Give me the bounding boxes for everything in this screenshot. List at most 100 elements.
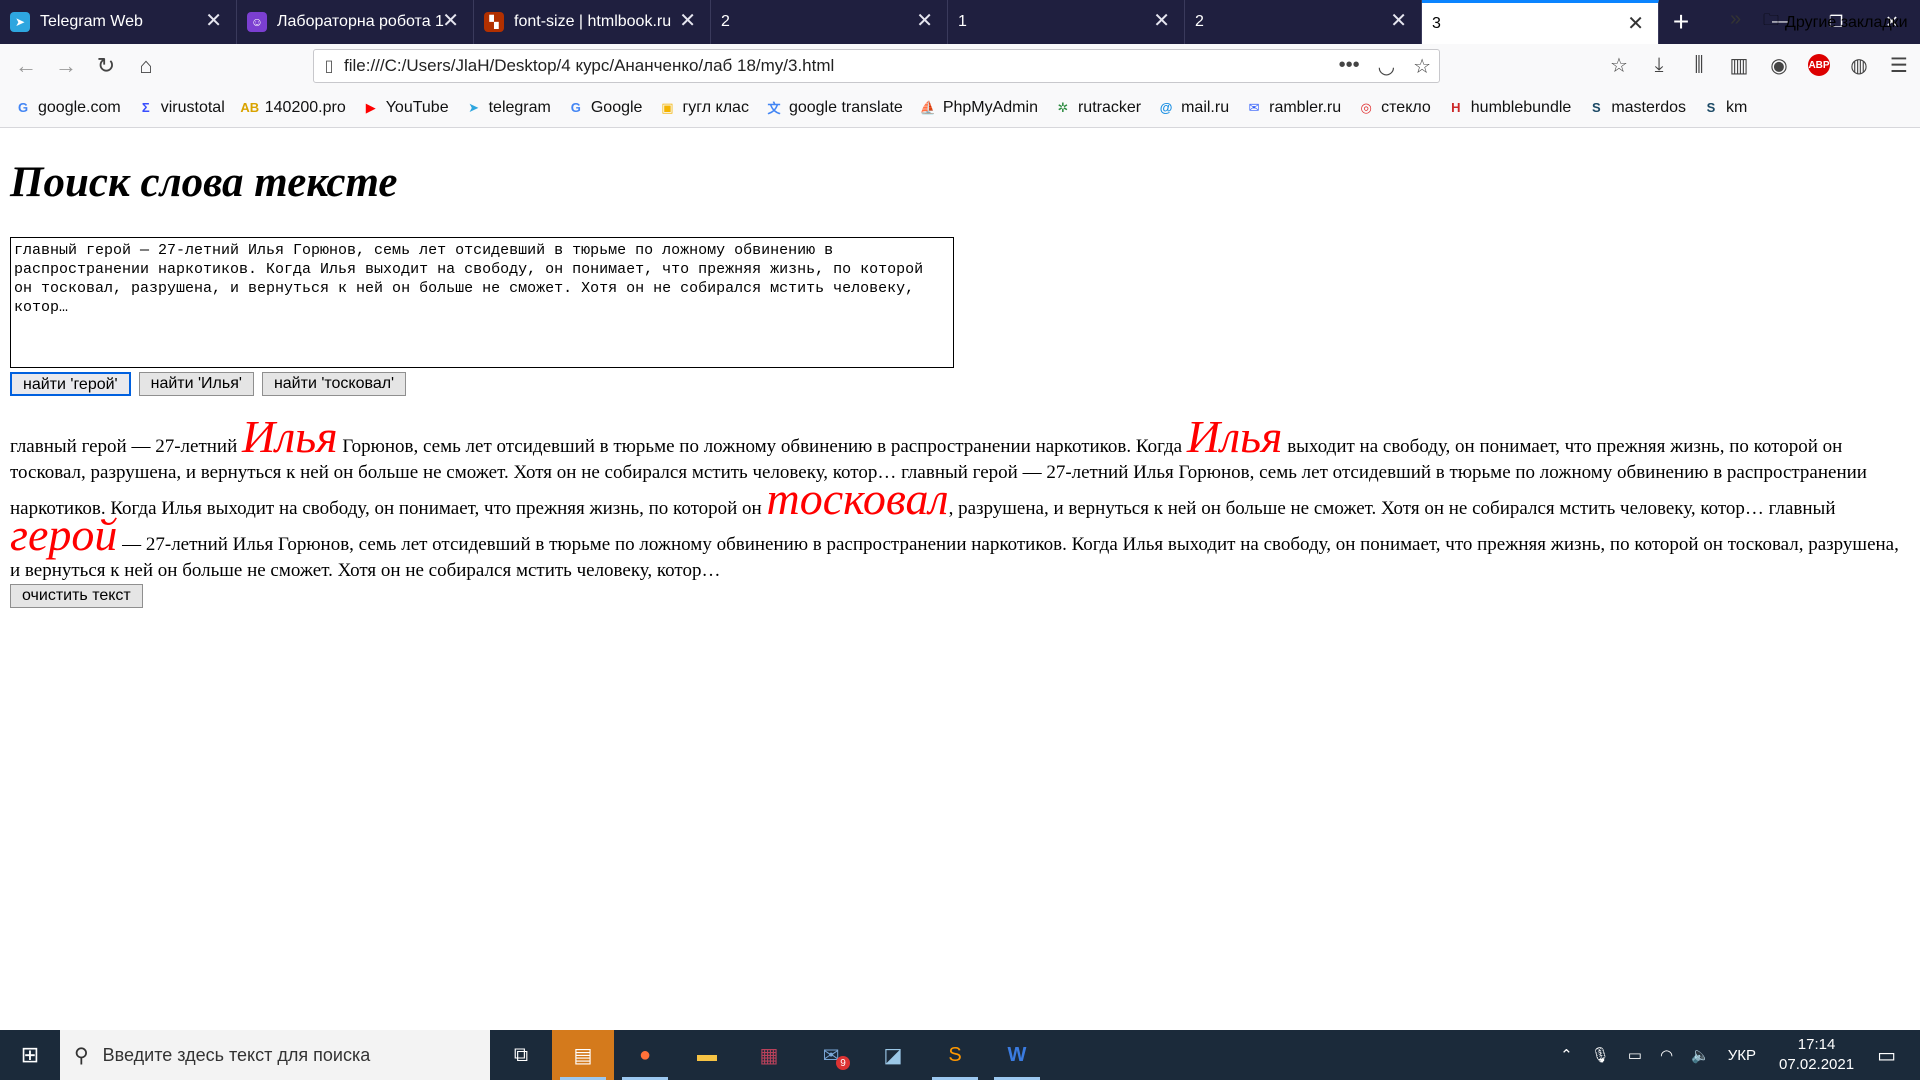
bookmark-label: стекло [1381, 98, 1431, 116]
reload-icon: ↻ [96, 53, 116, 78]
classroom-icon: ☺ [247, 12, 267, 32]
library-icon[interactable]: ⫼ [1686, 50, 1712, 80]
bookmark-6[interactable]: ▣ гугл клас [658, 99, 749, 117]
find-ilya-button[interactable]: найти 'Илья' [138, 372, 254, 396]
bookmark-12[interactable]: ◎ стекло [1357, 98, 1431, 117]
taskbar-app-winrar[interactable]: ▦ [738, 1030, 800, 1080]
page-actions-icon[interactable]: ••• [1339, 54, 1360, 79]
other-bookmarks-folder[interactable]: 🗀 Другие закладки [1763, 9, 1908, 36]
reload-button[interactable]: ↻ [86, 48, 126, 84]
adblock-icon[interactable]: ABP [1806, 50, 1832, 80]
account-icon[interactable]: ◉ [1766, 50, 1792, 80]
source-textarea[interactable]: главный герой — 27-летний Илья Горюнов, … [10, 237, 954, 368]
tab-2[interactable]: ▚ font-size | htmlbook.ru ✕ [474, 0, 711, 44]
wifi-icon[interactable]: ◠ [1660, 1046, 1673, 1064]
bookmark-7[interactable]: 文 google translate [765, 99, 902, 117]
translate-icon: 文 [767, 101, 781, 116]
close-tab-icon[interactable]: ✕ [1627, 14, 1644, 34]
close-tab-icon[interactable]: ✕ [1153, 11, 1170, 31]
telegram-icon: ➤ [10, 12, 30, 32]
start-button[interactable]: ⊞ [0, 1030, 60, 1080]
new-tab-button[interactable]: + [1659, 0, 1703, 44]
tab-title: Лабораторна робота 1 [277, 13, 444, 30]
back-button[interactable]: ← [6, 48, 46, 84]
find-toskoval-button[interactable]: найти 'тосковал' [261, 372, 407, 396]
bookmark-13[interactable]: Hhumblebundle [1447, 98, 1572, 117]
bookmark-2[interactable]: AB 140200.pro [240, 98, 346, 117]
show-hidden-icons-icon[interactable]: ⌃ [1560, 1046, 1573, 1064]
bookmark-4[interactable]: ➤ telegram [465, 99, 551, 117]
reader-sidebar-icon[interactable]: ▥ [1726, 50, 1752, 80]
bookmark-14[interactable]: Smasterdos [1587, 99, 1686, 117]
masterdos-icon: S [1591, 100, 1601, 115]
close-tab-icon[interactable]: ✕ [679, 11, 696, 31]
result-text-segment: , разрушена, и вернуться к ней он больше… [948, 498, 1836, 519]
clock[interactable]: 17:14 07.02.2021 [1779, 1035, 1854, 1075]
bookmark-11[interactable]: ✉ rambler.ru [1245, 99, 1341, 117]
close-tab-icon[interactable]: ✕ [916, 11, 933, 31]
menu-icon[interactable]: ☰ [1886, 50, 1912, 80]
task-view-button[interactable]: ⧉ [490, 1030, 552, 1080]
taskbar-app-mail[interactable]: ✉ 9 [800, 1030, 862, 1080]
bookmark-5[interactable]: G Google [567, 99, 643, 117]
bookmark-3[interactable]: ▶ YouTube [362, 99, 449, 117]
page-content: Поиск слова тексте главный герой — 27-ле… [10, 128, 1910, 608]
tab-5[interactable]: 2 ✕ [1185, 0, 1422, 44]
bookmark-star-icon[interactable]: ☆ [1413, 54, 1431, 79]
result-text: главный герой — 27-летний Илья Горюнов, … [10, 414, 1910, 584]
pocket-icon[interactable]: ◡ [1378, 54, 1395, 79]
tab-6[interactable]: 3 ✕ [1422, 0, 1659, 44]
downloads-icon[interactable]: ⤓ [1646, 50, 1672, 80]
bookmark-label: YouTube [385, 98, 449, 116]
bookmark-15[interactable]: Skm [1702, 99, 1748, 117]
google-icon: G [17, 100, 29, 115]
forward-button[interactable]: → [46, 48, 86, 84]
url-text[interactable]: file:///C:/Users/JlaH/Desktop/4 курс/Ана… [344, 56, 834, 76]
address-bar[interactable]: ▯ file:///C:/Users/JlaH/Desktop/4 курс/А… [313, 49, 1440, 83]
input-language[interactable]: УКР [1728, 1047, 1756, 1064]
home-button[interactable]: ⌂ [126, 48, 166, 84]
tab-0[interactable]: ➤ Telegram Web ✕ [0, 0, 237, 44]
clear-text-button[interactable]: очистить текст [10, 584, 143, 608]
taskbar-app-explorer-window[interactable]: ▤ [552, 1030, 614, 1080]
battery-icon[interactable]: ▭ [1628, 1046, 1642, 1064]
find-geroy-button[interactable]: найти 'герой' [10, 372, 131, 396]
close-tab-icon[interactable]: ✕ [442, 11, 459, 31]
bookmark-label: masterdos [1611, 98, 1687, 116]
telegram-icon: ➤ [468, 99, 480, 115]
word-icon: W [1007, 1043, 1027, 1066]
bookmark-label: 140200.pro [264, 98, 346, 116]
bookmark-0[interactable]: Ggoogle.com [14, 99, 121, 117]
tab-4[interactable]: 1 ✕ [948, 0, 1185, 44]
bookmark-label: humblebundle [1470, 98, 1572, 116]
bookmark-9[interactable]: ✲ rutracker [1054, 99, 1142, 117]
bookmarks-toolbar-icon[interactable]: ☆ [1606, 50, 1632, 80]
mail-badge: 9 [836, 1056, 850, 1070]
more-bookmarks-chevron-icon[interactable]: » [1730, 8, 1741, 31]
bookmark-10[interactable]: @ mail.ru [1157, 99, 1229, 117]
highlighted-word: герой [10, 509, 118, 560]
globe-icon[interactable]: ◍ [1846, 50, 1872, 80]
bookmark-label: Google [590, 98, 643, 116]
close-tab-icon[interactable]: ✕ [1390, 11, 1407, 31]
bookmarks-toolbar: Ggoogle.com Σvirustotal AB 140200.pro ▶ YouTu… [0, 88, 1920, 128]
tab-3[interactable]: 2 ✕ [711, 0, 948, 44]
notifications-icon[interactable]: ▭ [1877, 1043, 1896, 1068]
taskbar-app-notes[interactable]: ◪ [862, 1030, 924, 1080]
taskbar-app-sublime[interactable]: S [924, 1030, 986, 1080]
taskbar-search[interactable]: ⚲ Введите здесь текст для поиска [60, 1030, 490, 1080]
bookmark-1[interactable]: Σvirustotal [137, 99, 225, 117]
tab-1[interactable]: ☺ Лабораторна робота 1 ✕ [237, 0, 474, 44]
volume-icon[interactable]: 🔈 [1691, 1046, 1710, 1064]
taskbar-app-word[interactable]: W [986, 1030, 1048, 1080]
taskbar-app-firefox[interactable]: ● [614, 1030, 676, 1080]
tab-title: Telegram Web [40, 13, 143, 30]
virustotal-icon: Σ [141, 100, 150, 115]
tab-title: 2 [721, 13, 730, 30]
taskbar-app-file-explorer[interactable]: ▬ [676, 1030, 738, 1080]
microphone-icon[interactable]: 🎙 [1591, 1046, 1610, 1064]
home-icon: ⌂ [139, 53, 153, 78]
bookmark-8[interactable]: ⛵ PhpMyAdmin [919, 99, 1038, 117]
bookmark-label: google.com [38, 98, 121, 116]
close-tab-icon[interactable]: ✕ [205, 11, 222, 31]
